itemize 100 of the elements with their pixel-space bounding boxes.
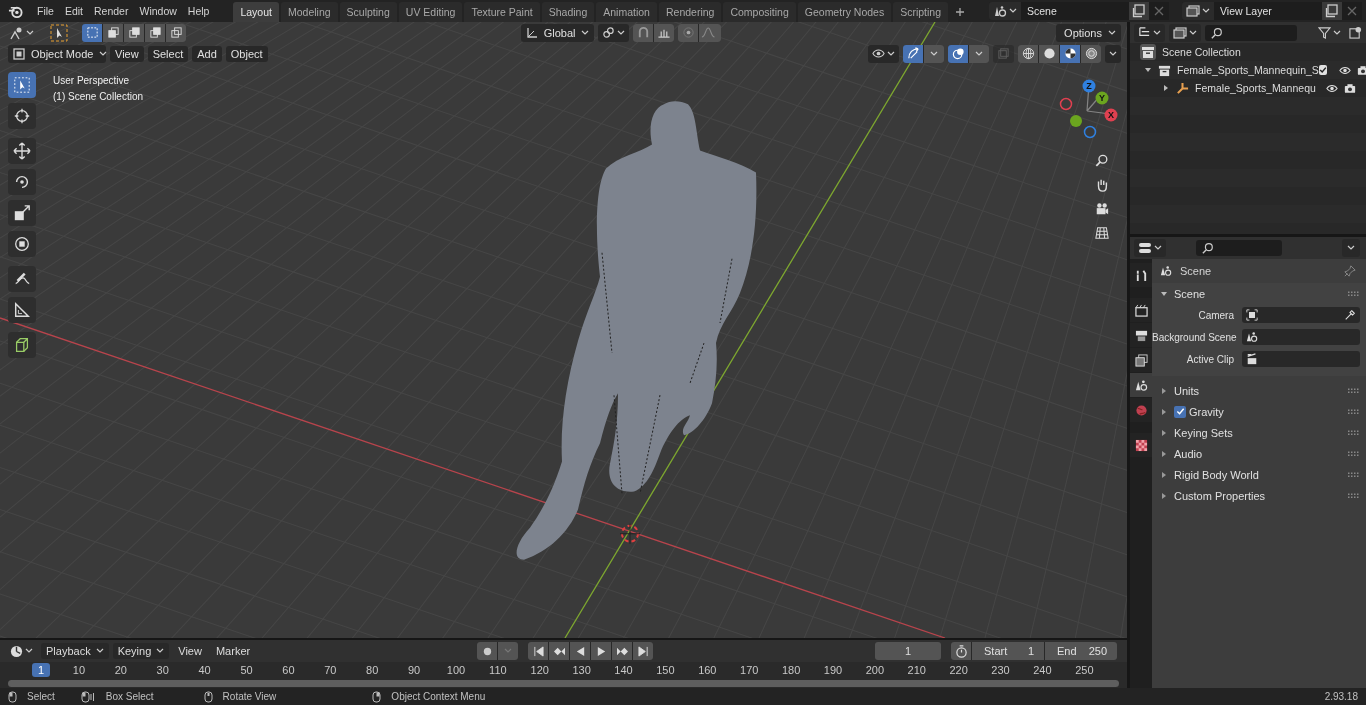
view-layer-tab[interactable] xyxy=(1130,348,1152,372)
eye-icon[interactable] xyxy=(1338,64,1351,76)
scene-selector[interactable] xyxy=(989,2,1021,20)
expand-arrow-icon[interactable] xyxy=(1160,449,1168,458)
search-field[interactable] xyxy=(1205,24,1297,41)
drag-handle-icon[interactable] xyxy=(1348,492,1360,499)
timeline-scrollbar[interactable] xyxy=(8,680,1119,687)
scale-tool-button[interactable] xyxy=(8,200,36,226)
drag-handle-icon[interactable] xyxy=(1348,408,1360,415)
camera-field[interactable] xyxy=(1242,307,1360,323)
collapse-arrow-icon[interactable] xyxy=(1160,289,1168,298)
workspace-tab[interactable]: Texture Paint xyxy=(464,2,540,22)
clip-field[interactable] xyxy=(1242,351,1360,367)
editor-type-button[interactable] xyxy=(1134,239,1166,257)
workspace-tab[interactable]: Animation xyxy=(596,2,657,22)
start-frame-field[interactable]: Start 1 xyxy=(972,642,1044,660)
drag-handle-icon[interactable] xyxy=(1348,429,1360,436)
zoom-icon[interactable] xyxy=(1095,154,1109,168)
current-frame-field[interactable]: 1 xyxy=(875,642,941,660)
next-keyframe-button[interactable] xyxy=(612,642,633,660)
workspace-tab[interactable]: Compositing xyxy=(723,2,796,22)
panel-title[interactable]: Scene xyxy=(1174,287,1206,300)
play-reverse-button[interactable] xyxy=(570,642,591,660)
jump-start-button[interactable] xyxy=(528,642,549,660)
active-tool-icon[interactable] xyxy=(50,23,68,42)
measure-tool-button[interactable] xyxy=(8,297,36,323)
eye-icon[interactable] xyxy=(1326,82,1338,94)
section-header[interactable]: Units xyxy=(1174,384,1200,397)
collapse-arrow-icon[interactable] xyxy=(1144,66,1152,74)
scene-field[interactable] xyxy=(1242,329,1360,345)
outliner-item-label[interactable]: Female_Sports_Mannequ xyxy=(1195,82,1316,94)
expand-arrow-icon[interactable] xyxy=(1162,84,1170,92)
mannequin-drawing[interactable] xyxy=(516,101,757,560)
camera-icon[interactable] xyxy=(1095,202,1109,216)
exclude-checkbox[interactable] xyxy=(1318,65,1327,75)
expand-arrow-icon[interactable] xyxy=(1160,407,1168,416)
menu-item[interactable]: Help xyxy=(182,2,215,20)
outliner-item-label[interactable]: Scene Collection xyxy=(1162,46,1241,58)
grid-icon[interactable] xyxy=(1095,226,1109,240)
annotate-tool-button[interactable] xyxy=(8,266,36,292)
output-tab[interactable] xyxy=(1130,323,1152,347)
menu-item[interactable]: File xyxy=(32,2,59,20)
render-tab[interactable] xyxy=(1130,298,1152,322)
section-header[interactable]: Custom Properties xyxy=(1174,489,1266,502)
search-field[interactable] xyxy=(1196,240,1282,256)
current-frame-marker[interactable]: 1 xyxy=(32,663,50,677)
workspace-tab[interactable]: Geometry Nodes xyxy=(797,2,892,22)
texture-tab[interactable] xyxy=(1130,433,1152,457)
workspace-tab[interactable]: Modeling xyxy=(280,2,338,22)
rotate-tool-button[interactable] xyxy=(8,169,36,195)
menu-item[interactable]: Edit xyxy=(59,2,88,20)
section-checkbox[interactable] xyxy=(1174,405,1186,418)
timeline-menu[interactable]: View xyxy=(173,643,207,659)
tool-tab[interactable] xyxy=(1130,263,1152,287)
section-header[interactable]: Rigid Body World xyxy=(1174,468,1259,481)
hand-icon[interactable] xyxy=(1095,178,1109,192)
view-layer-selector[interactable] xyxy=(1182,2,1214,20)
select-tool-button[interactable] xyxy=(8,72,36,98)
end-frame-field[interactable]: End 250 xyxy=(1045,642,1117,660)
workspace-tab[interactable]: UV Editing xyxy=(398,2,463,22)
navigation-gizmo-drawing[interactable]: Z Y X xyxy=(1052,76,1122,146)
camera-icon[interactable] xyxy=(1356,64,1366,76)
camera-icon[interactable] xyxy=(1344,82,1356,94)
timeline-menu[interactable]: Playback xyxy=(41,643,109,659)
scene-tab[interactable] xyxy=(1130,373,1152,397)
drag-handle-icon[interactable] xyxy=(1348,387,1360,394)
timeline-menu[interactable]: Marker xyxy=(210,643,256,659)
menu-item[interactable]: Window xyxy=(134,2,182,20)
timeline-menu[interactable]: Keying xyxy=(112,643,170,659)
drag-handle-icon[interactable] xyxy=(1348,471,1360,478)
workspace-tab[interactable]: Rendering xyxy=(658,2,722,22)
move-tool-button[interactable] xyxy=(8,138,36,164)
workspace-tab[interactable]: Scripting xyxy=(893,2,948,22)
xray-toggle[interactable] xyxy=(993,44,1014,63)
preview-range-button[interactable] xyxy=(951,642,971,660)
jump-end-button[interactable] xyxy=(633,642,654,660)
record-button[interactable] xyxy=(477,642,498,660)
expand-arrow-icon[interactable] xyxy=(1160,470,1168,479)
drag-handle-icon[interactable] xyxy=(1348,290,1360,297)
section-header[interactable]: Gravity xyxy=(1189,405,1224,418)
menu-item[interactable]: Render xyxy=(89,2,134,20)
transform-tool-button[interactable] xyxy=(8,231,36,257)
new-collection-icon[interactable] xyxy=(1349,26,1362,39)
drag-handle-icon[interactable] xyxy=(1348,450,1360,457)
add-workspace-icon[interactable] xyxy=(955,7,965,17)
pin-icon[interactable] xyxy=(1344,265,1356,277)
workspace-tab[interactable]: Layout xyxy=(233,2,279,22)
display-mode-button[interactable] xyxy=(1134,23,1165,42)
options-button[interactable] xyxy=(1342,239,1360,257)
section-header[interactable]: Audio xyxy=(1174,447,1203,460)
expand-arrow-icon[interactable] xyxy=(1160,491,1168,500)
copy-icon[interactable] xyxy=(1129,2,1149,20)
play-button[interactable] xyxy=(591,642,612,660)
section-header[interactable]: Keying Sets xyxy=(1174,426,1233,439)
3d-cursor-icon[interactable] xyxy=(619,523,641,545)
view-layer-button[interactable] xyxy=(1169,23,1201,42)
expand-arrow-icon[interactable] xyxy=(1160,386,1168,395)
expand-arrow-icon[interactable] xyxy=(1160,428,1168,437)
cursor-tool-button[interactable] xyxy=(8,103,36,129)
add-cube-tool-button[interactable] xyxy=(8,332,36,358)
